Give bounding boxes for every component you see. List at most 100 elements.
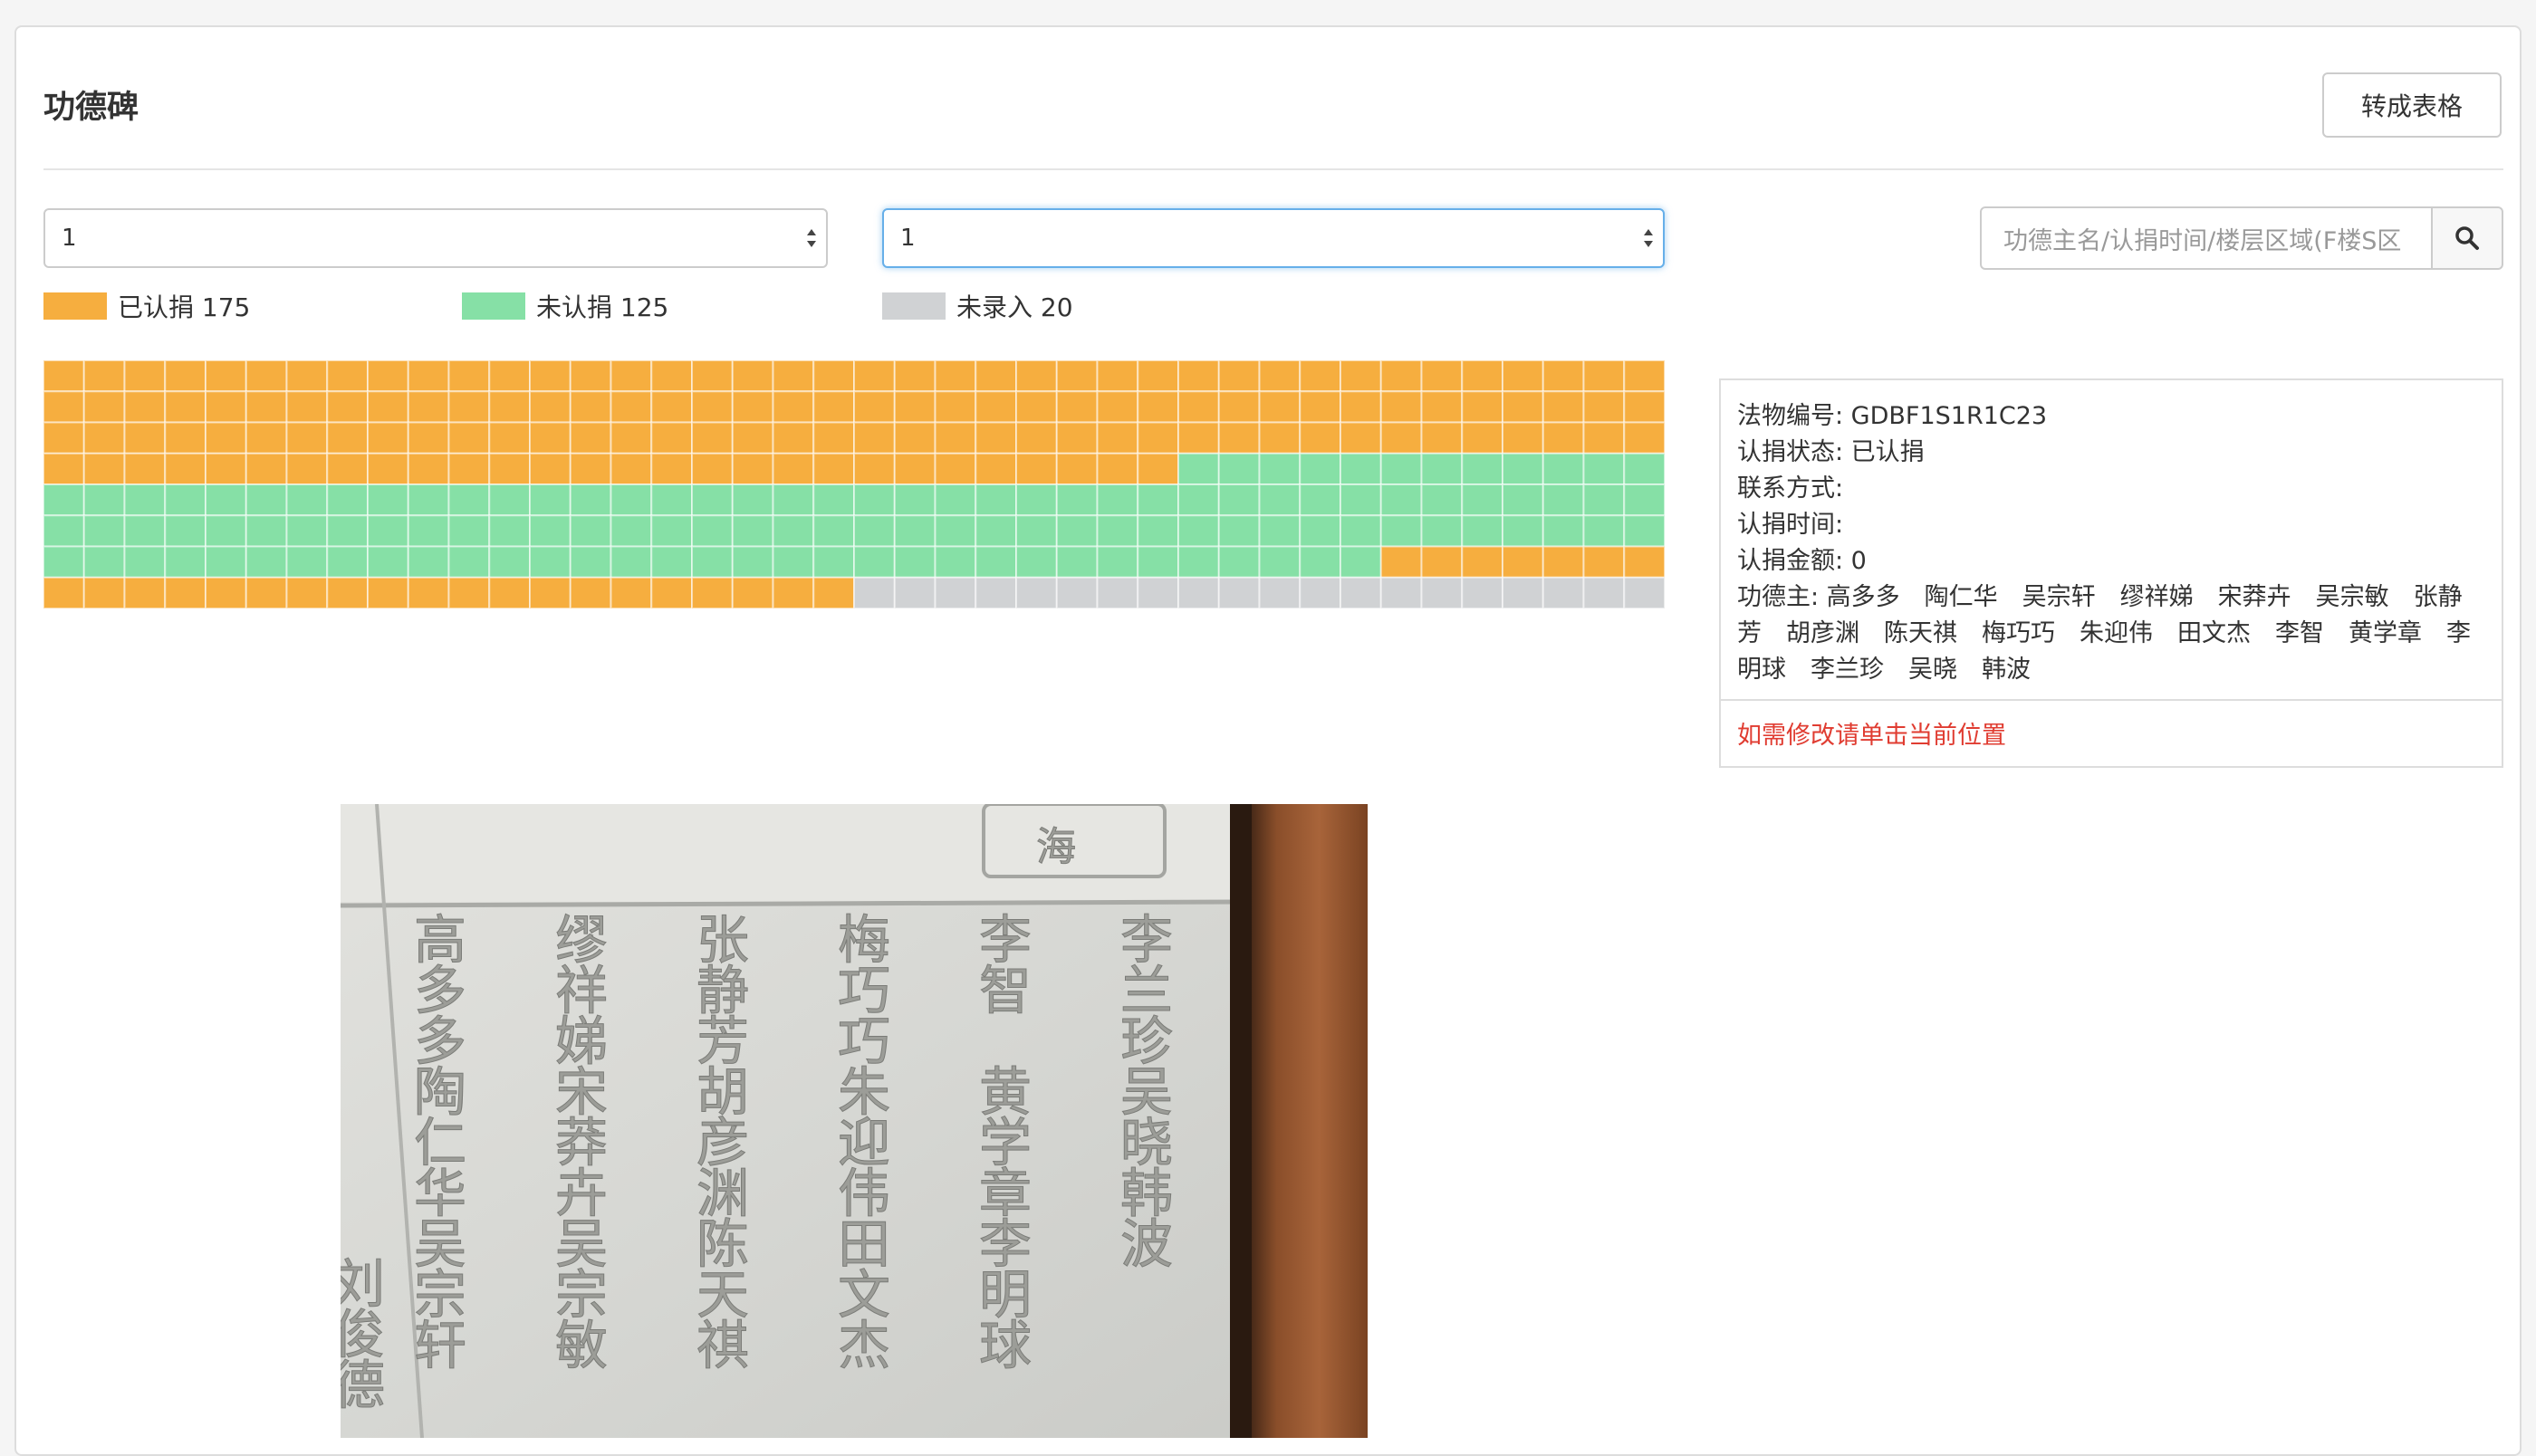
- grid-cell-undonated[interactable]: [812, 545, 855, 579]
- grid-cell-donated[interactable]: [164, 390, 207, 424]
- grid-cell-donated[interactable]: [772, 390, 815, 424]
- grid-cell-undonated[interactable]: [285, 545, 329, 579]
- grid-cell-unentered[interactable]: [1258, 576, 1302, 608]
- grid-cell-undonated[interactable]: [1623, 484, 1665, 517]
- grid-cell-unentered[interactable]: [1015, 576, 1058, 608]
- grid-cell-undonated[interactable]: [1096, 514, 1139, 548]
- grid-cell-donated[interactable]: [1015, 452, 1058, 485]
- grid-cell-donated[interactable]: [123, 576, 167, 608]
- grid-cell-undonated[interactable]: [123, 545, 167, 579]
- grid-cell-donated[interactable]: [529, 452, 572, 485]
- grid-cell-donated[interactable]: [1623, 545, 1665, 579]
- grid-cell-donated[interactable]: [245, 360, 288, 393]
- grid-cell-undonated[interactable]: [1582, 484, 1626, 517]
- grid-cell-undonated[interactable]: [893, 545, 937, 579]
- grid-cell-undonated[interactable]: [1420, 514, 1464, 548]
- grid-cell-donated[interactable]: [488, 421, 531, 455]
- grid-cell-undonated[interactable]: [1379, 514, 1423, 548]
- grid-cell-donated[interactable]: [447, 576, 491, 608]
- grid-cell-donated[interactable]: [812, 576, 855, 608]
- grid-cell-donated[interactable]: [367, 360, 409, 393]
- grid-cell-donated[interactable]: [205, 390, 247, 424]
- grid-cell-donated[interactable]: [43, 421, 85, 455]
- grid-cell-donated[interactable]: [1137, 390, 1179, 424]
- grid-cell-undonated[interactable]: [1217, 452, 1261, 485]
- grid-cell-donated[interactable]: [326, 576, 369, 608]
- grid-cell-unentered[interactable]: [975, 576, 1017, 608]
- grid-cell-donated[interactable]: [772, 360, 815, 393]
- grid-cell-donated[interactable]: [853, 390, 896, 424]
- grid-cell-undonated[interactable]: [1461, 514, 1503, 548]
- grid-cell-donated[interactable]: [1542, 545, 1585, 579]
- grid-cell-donated[interactable]: [1379, 360, 1423, 393]
- grid-cell-undonated[interactable]: [447, 545, 491, 579]
- grid-cell-donated[interactable]: [812, 390, 855, 424]
- grid-cell-undonated[interactable]: [812, 484, 855, 517]
- grid-cell-donated[interactable]: [1379, 390, 1423, 424]
- grid-cell-donated[interactable]: [529, 390, 572, 424]
- grid-cell-unentered[interactable]: [1420, 576, 1464, 608]
- grid-cell-undonated[interactable]: [1461, 484, 1503, 517]
- grid-cell-undonated[interactable]: [164, 484, 207, 517]
- grid-cell-donated[interactable]: [1420, 360, 1464, 393]
- grid-cell-undonated[interactable]: [975, 545, 1017, 579]
- grid-cell-donated[interactable]: [326, 390, 369, 424]
- grid-cell-donated[interactable]: [1582, 360, 1626, 393]
- grid-cell-donated[interactable]: [245, 576, 288, 608]
- grid-cell-donated[interactable]: [447, 390, 491, 424]
- grid-cell-undonated[interactable]: [934, 514, 977, 548]
- grid-cell-donated[interactable]: [326, 360, 369, 393]
- grid-cell-undonated[interactable]: [164, 514, 207, 548]
- grid-cell-undonated[interactable]: [853, 514, 896, 548]
- grid-cell-donated[interactable]: [1420, 545, 1464, 579]
- grid-cell-undonated[interactable]: [1055, 514, 1099, 548]
- grid-cell-undonated[interactable]: [326, 545, 369, 579]
- grid-cell-donated[interactable]: [569, 390, 612, 424]
- grid-cell-undonated[interactable]: [853, 484, 896, 517]
- grid-cell-donated[interactable]: [43, 452, 85, 485]
- grid-cell-donated[interactable]: [43, 360, 85, 393]
- grid-cell-donated[interactable]: [82, 421, 126, 455]
- grid-cell-donated[interactable]: [1258, 390, 1302, 424]
- grid-cell-donated[interactable]: [731, 576, 774, 608]
- grid-cell-donated[interactable]: [245, 452, 288, 485]
- grid-cell-donated[interactable]: [610, 421, 653, 455]
- grid-cell-donated[interactable]: [691, 576, 734, 608]
- grid-cell-undonated[interactable]: [1258, 452, 1302, 485]
- grid-cell-donated[interactable]: [1502, 390, 1544, 424]
- grid-cell-donated[interactable]: [164, 576, 207, 608]
- grid-cell-donated[interactable]: [975, 360, 1017, 393]
- grid-cell-donated[interactable]: [1340, 360, 1382, 393]
- search-input[interactable]: 功德主名/认捐时间/楼层区域(F楼S区: [1980, 206, 2433, 270]
- grid-cell-undonated[interactable]: [245, 484, 288, 517]
- grid-cell-undonated[interactable]: [1096, 545, 1139, 579]
- grid-cell-donated[interactable]: [245, 421, 288, 455]
- grid-cell-undonated[interactable]: [1137, 545, 1179, 579]
- grid-cell-undonated[interactable]: [407, 545, 450, 579]
- grid-cell-undonated[interactable]: [650, 545, 693, 579]
- grid-cell-undonated[interactable]: [1177, 484, 1220, 517]
- grid-cell-undonated[interactable]: [650, 484, 693, 517]
- grid-cell-donated[interactable]: [447, 421, 491, 455]
- grid-cell-undonated[interactable]: [326, 514, 369, 548]
- grid-cell-donated[interactable]: [1502, 545, 1544, 579]
- grid-cell-unentered[interactable]: [1502, 576, 1544, 608]
- grid-cell-undonated[interactable]: [367, 484, 409, 517]
- grid-cell-undonated[interactable]: [569, 545, 612, 579]
- grid-cell-donated[interactable]: [650, 452, 693, 485]
- grid-cell-undonated[interactable]: [569, 484, 612, 517]
- grid-cell-donated[interactable]: [1015, 360, 1058, 393]
- grid-cell-undonated[interactable]: [1623, 452, 1665, 485]
- grid-cell-undonated[interactable]: [1502, 514, 1544, 548]
- grid-cell-unentered[interactable]: [1582, 576, 1626, 608]
- grid-cell-undonated[interactable]: [367, 514, 409, 548]
- grid-cell-donated[interactable]: [569, 360, 612, 393]
- grid-cell-donated[interactable]: [1623, 421, 1665, 455]
- grid-cell-undonated[interactable]: [1137, 484, 1179, 517]
- grid-cell-donated[interactable]: [934, 360, 977, 393]
- grid-cell-undonated[interactable]: [1340, 484, 1382, 517]
- grid-cell-donated[interactable]: [691, 421, 734, 455]
- edit-position-link[interactable]: 如需修改请单击当前位置: [1737, 715, 2006, 751]
- grid-cell-undonated[interactable]: [1582, 514, 1626, 548]
- grid-cell-donated[interactable]: [205, 360, 247, 393]
